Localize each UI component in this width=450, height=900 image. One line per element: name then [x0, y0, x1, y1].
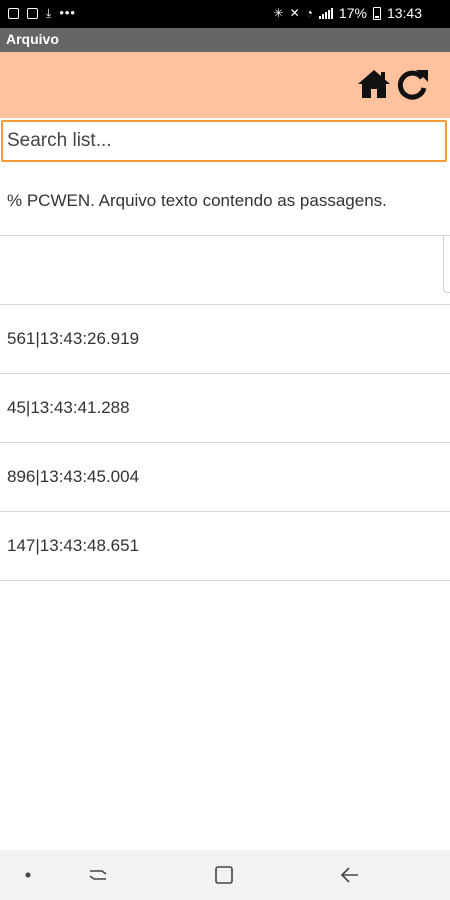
toolbar [0, 52, 450, 118]
recent-apps-icon[interactable] [86, 863, 110, 887]
list-item[interactable]: 561|13:43:26.919 [0, 305, 450, 374]
mute-icon: ✕ [289, 6, 300, 20]
battery-icon [372, 6, 381, 20]
status-notifications: ⤓ ••• [8, 6, 76, 20]
list-item-text: 896|13:43:45.004 [7, 467, 140, 486]
app-title: Arquivo [6, 31, 59, 47]
app-title-bar: Arquivo [0, 28, 450, 52]
list-item-text: 561|13:43:26.919 [7, 329, 140, 348]
download-icon: ⤓ [46, 6, 52, 20]
list-item[interactable]: 896|13:43:45.004 [0, 443, 450, 512]
list-item-text: 45|13:43:41.288 [7, 398, 130, 417]
home-icon[interactable] [356, 66, 392, 102]
back-arrow-icon[interactable] [338, 863, 362, 887]
list-item-text: % PCWEN. Arquivo texto contendo as passa… [7, 190, 387, 210]
signal-icon [318, 7, 333, 19]
wifi-icon: ◔ [305, 6, 313, 20]
passages-list: % PCWEN. Arquivo texto contendo as passa… [0, 166, 450, 581]
system-nav-bar [0, 850, 450, 900]
battery-percent: 17% [338, 5, 367, 21]
status-bar: ⤓ ••• ✳ ✕ ◔ 17% 13:43 [0, 0, 450, 28]
scrollbar[interactable] [443, 235, 450, 293]
list-item[interactable]: 147|13:43:48.651 [0, 512, 450, 581]
refresh-icon[interactable] [394, 66, 430, 102]
bluetooth-icon: ✳ [273, 6, 284, 20]
home-square-icon[interactable] [212, 863, 236, 887]
search-input[interactable] [1, 120, 447, 162]
status-system: ✳ ✕ ◔ 17% 13:43 [274, 5, 422, 21]
message-notification-icon [27, 7, 38, 19]
list-item[interactable]: % PCWEN. Arquivo texto contendo as passa… [0, 166, 450, 236]
clock: 13:43 [386, 5, 422, 21]
list-item[interactable] [0, 236, 450, 305]
gallery-notification-icon [8, 7, 19, 19]
list-item[interactable]: 45|13:43:41.288 [0, 374, 450, 443]
list-item-text: 147|13:43:48.651 [7, 536, 140, 555]
more-notifications-icon: ••• [59, 5, 76, 20]
dot-icon[interactable] [22, 863, 46, 887]
